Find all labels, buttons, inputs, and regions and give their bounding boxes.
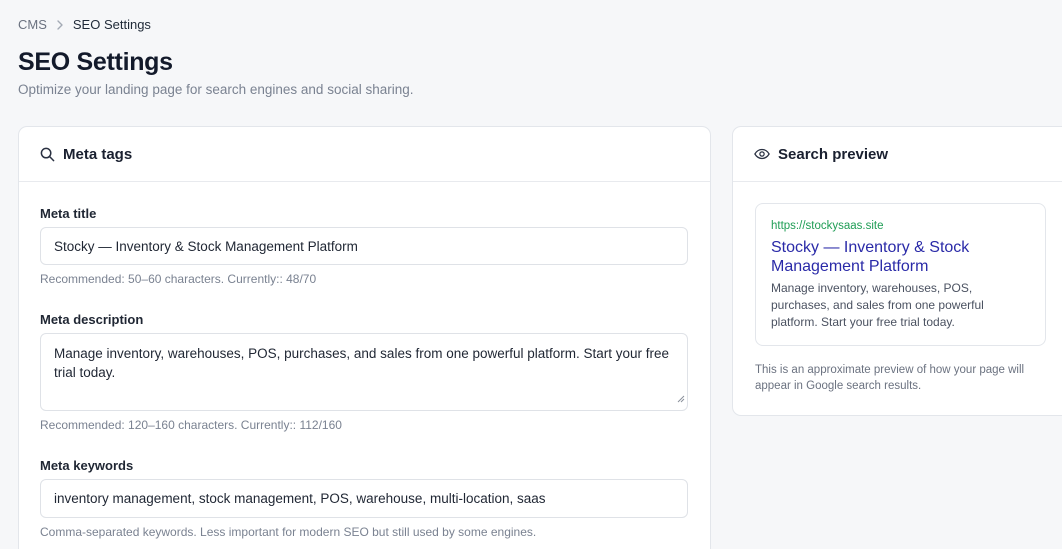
breadcrumb-cms-link[interactable]: CMS [18,17,47,32]
resize-grip-icon[interactable] [676,389,685,408]
page-title: SEO Settings [18,48,173,76]
search-result-preview: https://stockysaas.site Stocky — Invento… [755,203,1046,346]
eye-icon [754,148,770,160]
meta-keywords-help: Comma-separated keywords. Less important… [40,525,537,539]
search-preview-card-header: Search preview [733,127,1062,182]
page-subtitle: Optimize your landing page for search en… [18,82,414,97]
meta-tags-card: Meta tags Meta title Stocky — Inventory … [18,126,711,549]
serp-url: https://stockysaas.site [771,220,884,232]
breadcrumb-current: SEO Settings [72,17,151,32]
seo-settings-page: CMS SEO Settings SEO Settings Optimize y… [0,0,1062,549]
meta-keywords-input[interactable]: inventory management, stock management, … [40,479,688,518]
serp-description: Manage inventory, warehouses, POS, purch… [771,281,984,329]
meta-keywords-value: inventory management, stock management, … [54,491,546,506]
search-preview-card-title: Search preview [778,145,889,163]
meta-title-help: Recommended: 50–60 characters. Currently… [40,272,317,286]
meta-description-value: Manage inventory, warehouses, POS, purch… [54,346,670,380]
search-icon [40,147,55,162]
chevron-right-icon [56,19,64,30]
meta-description-label: Meta description [40,312,144,327]
meta-description-help: Recommended: 120–160 characters. Current… [40,418,342,432]
serp-title: Stocky — Inventory & Stock Management Pl… [771,239,970,275]
meta-tags-card-header: Meta tags [19,127,710,182]
meta-keywords-label: Meta keywords [40,458,134,473]
breadcrumb: CMS SEO Settings [18,17,151,32]
meta-description-textarea[interactable]: Manage inventory, warehouses, POS, purch… [40,333,688,411]
search-preview-card: Search preview https://stockysaas.site S… [732,126,1062,416]
preview-note: This is an approximate preview of how yo… [755,364,1025,392]
meta-title-input[interactable]: Stocky — Inventory & Stock Management Pl… [40,227,688,265]
meta-title-label: Meta title [40,206,97,221]
meta-title-value: Stocky — Inventory & Stock Management Pl… [54,238,358,254]
meta-tags-card-title: Meta tags [63,145,133,163]
